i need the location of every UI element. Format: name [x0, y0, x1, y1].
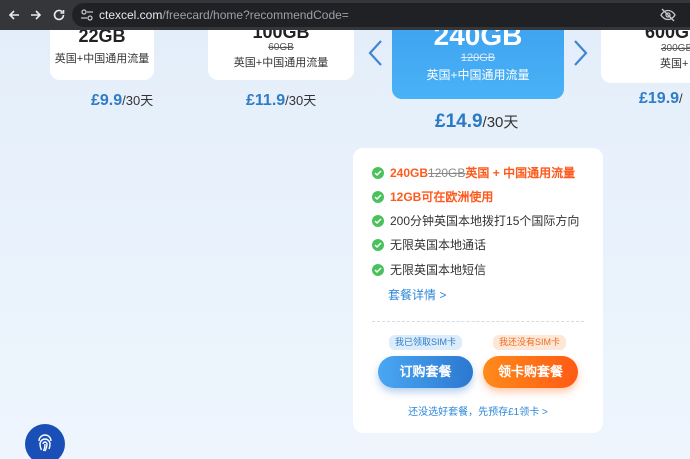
fingerprint-icon[interactable] — [25, 424, 65, 459]
plan-price-600gb: £19.9/ — [639, 90, 683, 107]
eye-off-icon[interactable] — [660, 8, 676, 22]
plan-card-240gb-selected[interactable]: 240GB 120GB 英国+中国通用流量 — [392, 30, 564, 99]
plan-card-100gb[interactable]: 100GB 60GB 英国+中国通用流量 — [208, 30, 354, 80]
plan-price-100gb: £11.9/30天 — [246, 92, 317, 109]
check-icon — [372, 238, 384, 251]
back-arrow-icon[interactable] — [3, 4, 25, 26]
plan-price-240gb: £14.9/30天 — [435, 111, 519, 132]
feature-data: 240GB 120GB 英国 + 中国通用流量 — [372, 164, 575, 181]
plan-desc: 英国+中国通用流量 — [426, 68, 530, 82]
get-card-button[interactable]: 领卡购套餐 — [483, 356, 578, 388]
feature-europe: 12GB可在欧洲使用 — [372, 188, 493, 205]
plan-card-600gb[interactable]: 600G 300GB 英国+ — [601, 30, 690, 83]
check-icon — [372, 263, 384, 276]
check-icon — [372, 166, 384, 179]
prebook-link[interactable]: 还没选好套餐，先预存£1领卡 > — [353, 403, 603, 418]
plan-size: 240GB — [433, 30, 523, 51]
order-plan-button[interactable]: 订购套餐 — [378, 356, 473, 388]
plan-detail-panel: 240GB 120GB 英国 + 中国通用流量 12GB可在欧洲使用 200分钟英… — [353, 148, 603, 433]
url-text: ctexcel.com/freecard/home?recommendCode= — [99, 8, 349, 22]
feature-calls: 无限英国本地通话 — [372, 236, 486, 253]
plan-size: 22GB — [78, 30, 126, 46]
plan-desc: 英国+中国通用流量 — [233, 57, 329, 69]
feature-sms: 无限英国本地短信 — [372, 261, 486, 278]
reload-icon[interactable] — [48, 4, 70, 26]
plan-old-size: 120GB — [460, 52, 496, 64]
plan-old-size: 300GB — [661, 43, 690, 54]
feature-minutes: 200分钟英国本地拨打15个国际方向 — [372, 212, 579, 229]
site-info-icon[interactable] — [80, 8, 94, 22]
plan-desc: 英国+ — [660, 58, 689, 70]
page-content: 22GB 英国+中国通用流量 £9.9/30天 100GB 60GB 英国+中国… — [0, 30, 690, 459]
chevron-right-icon[interactable] — [570, 38, 590, 68]
plan-old-size: 60GB — [268, 42, 294, 53]
forward-arrow-icon[interactable] — [25, 4, 47, 26]
divider — [372, 321, 584, 322]
browser-toolbar: ctexcel.com/freecard/home?recommendCode= — [0, 0, 690, 30]
plan-desc: 英国+中国通用流量 — [54, 53, 150, 65]
chevron-left-icon[interactable] — [366, 38, 386, 68]
plan-size: 600G — [645, 30, 690, 42]
plan-details-link[interactable]: 套餐详情 > — [388, 286, 446, 303]
check-icon — [372, 190, 384, 203]
have-sim-tag: 我已领取SIM卡 — [389, 335, 463, 350]
check-icon — [372, 214, 384, 227]
plan-price-22gb: £9.9/30天 — [91, 92, 154, 109]
plan-card-22gb[interactable]: 22GB 英国+中国通用流量 — [50, 30, 154, 80]
no-sim-tag: 我还没有SIM卡 — [493, 335, 567, 350]
address-bar[interactable]: ctexcel.com/freecard/home?recommendCode= — [72, 3, 690, 27]
